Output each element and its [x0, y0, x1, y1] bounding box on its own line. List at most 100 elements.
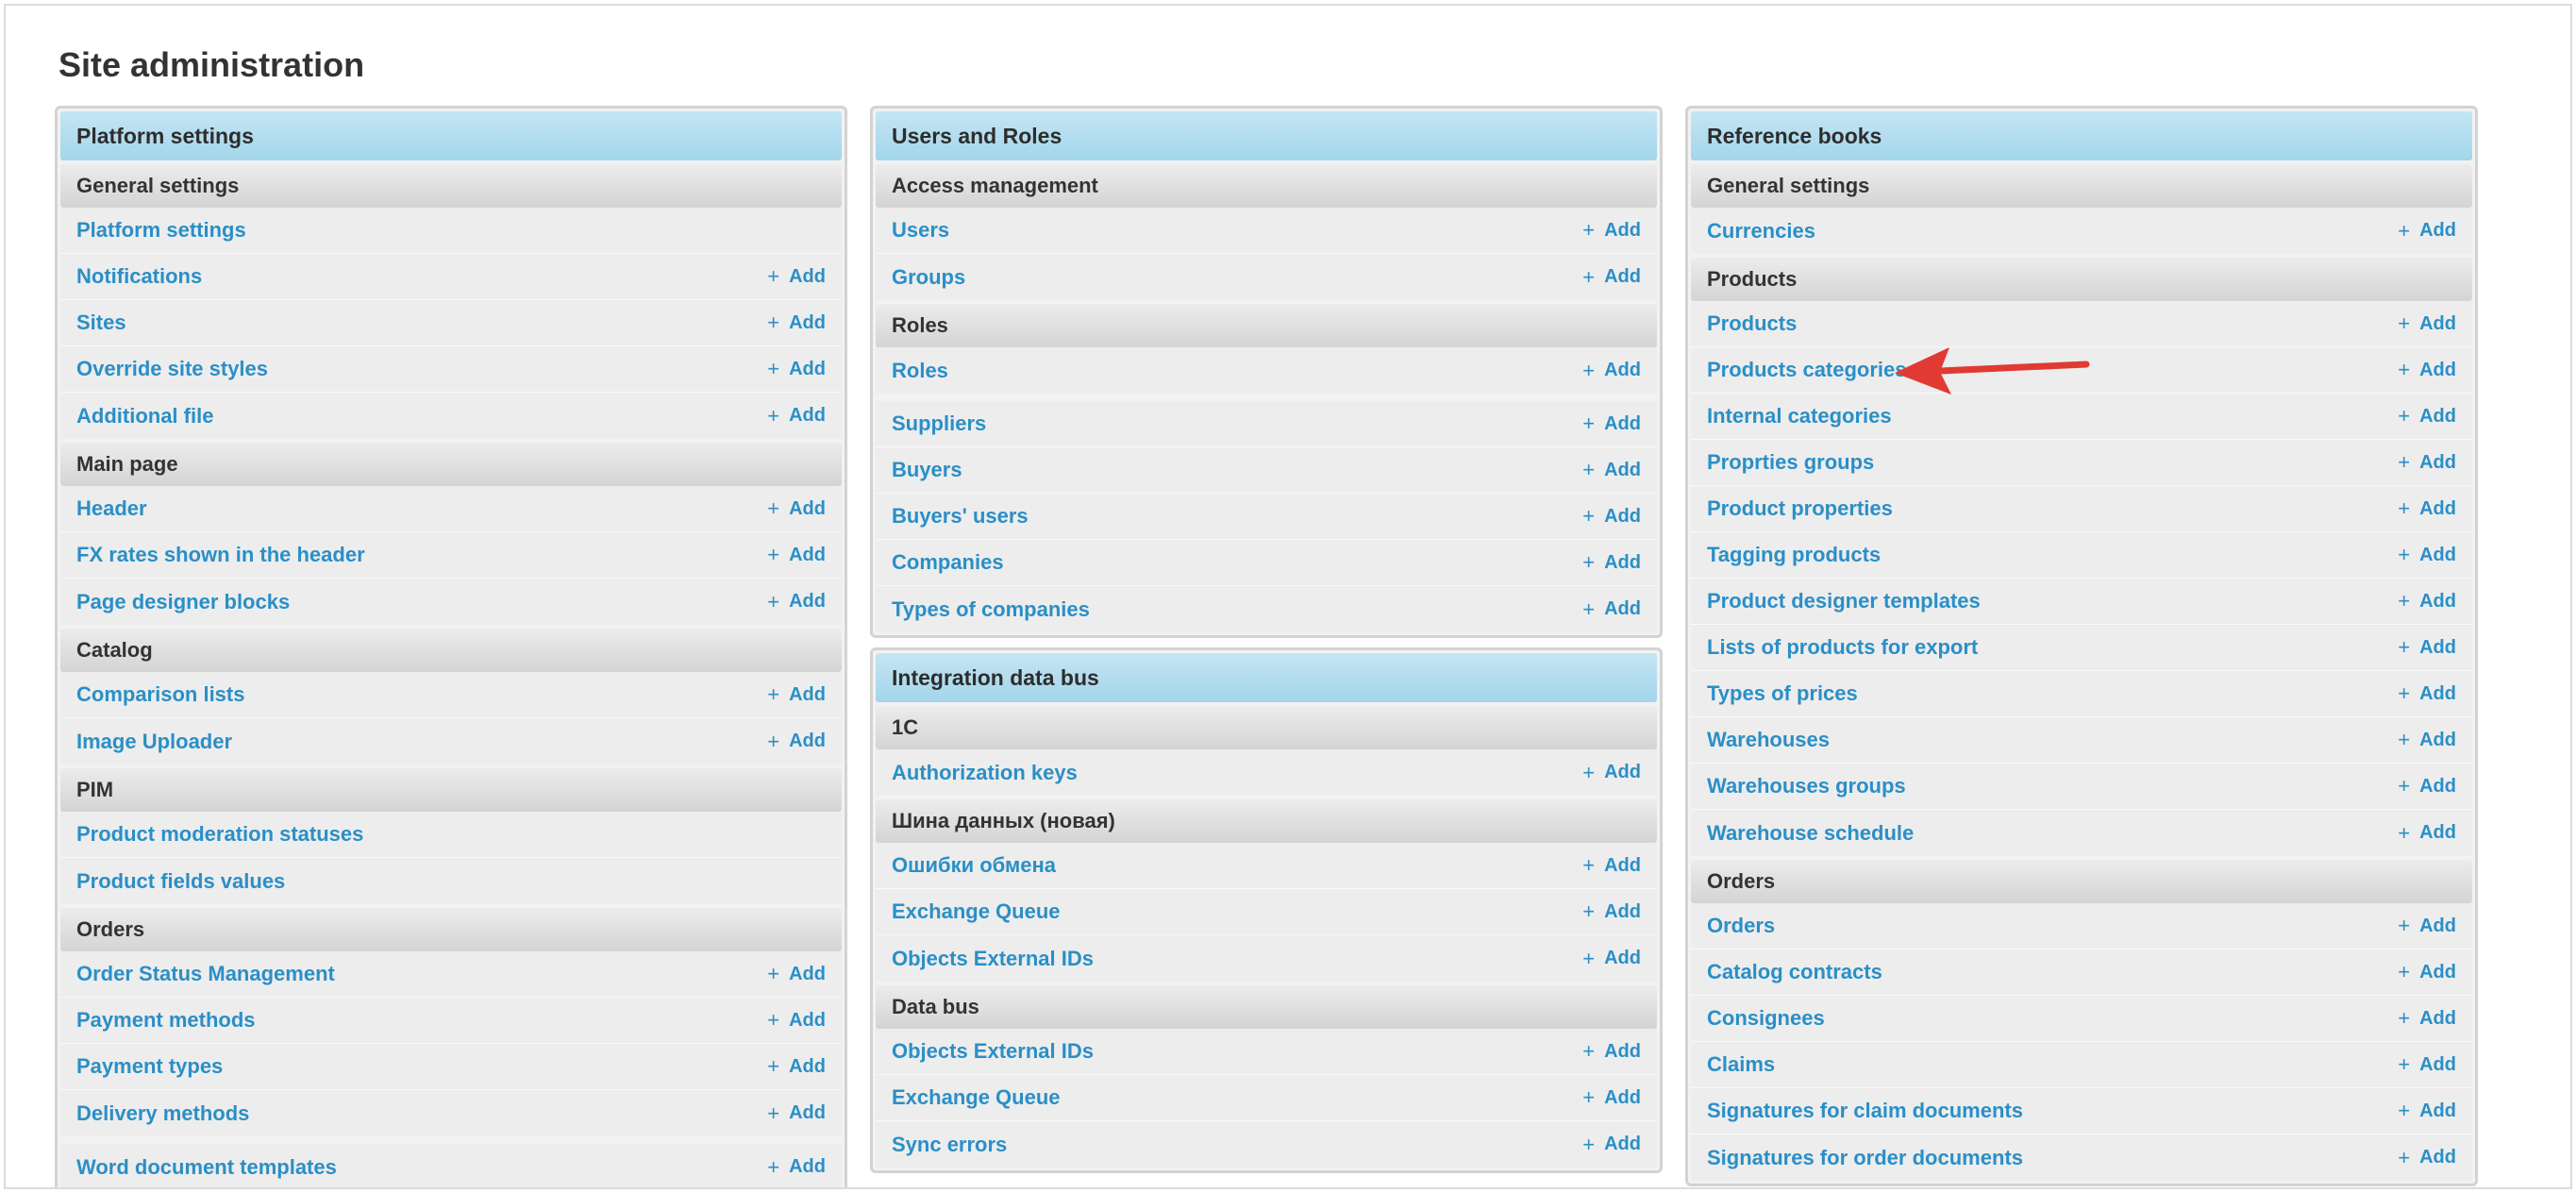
admin-link-payment-types[interactable]: Payment types	[76, 1054, 223, 1079]
add-button[interactable]: + Add	[1582, 360, 1641, 381]
admin-link-product-designer-templates[interactable]: Product designer templates	[1707, 589, 1981, 613]
add-button[interactable]: + Add	[767, 1056, 826, 1078]
add-button[interactable]: + Add	[2398, 313, 2456, 335]
add-button[interactable]: + Add	[1582, 506, 1641, 528]
add-button[interactable]: + Add	[767, 545, 826, 566]
add-button[interactable]: + Add	[1582, 1041, 1641, 1063]
add-button[interactable]: + Add	[2398, 1008, 2456, 1030]
admin-link-buyers-users[interactable]: Buyers' users	[892, 504, 1029, 529]
add-button[interactable]: + Add	[1582, 1087, 1641, 1109]
add-button[interactable]: + Add	[767, 1010, 826, 1032]
admin-link-tagging-products[interactable]: Tagging products	[1707, 543, 1881, 567]
add-button[interactable]: + Add	[1582, 1134, 1641, 1155]
add-button[interactable]: + Add	[767, 312, 826, 334]
add-button[interactable]: + Add	[1582, 552, 1641, 574]
admin-link-image-uploader[interactable]: Image Uploader	[76, 730, 232, 754]
add-button[interactable]: + Add	[1582, 460, 1641, 481]
admin-link-warehouses-groups[interactable]: Warehouses groups	[1707, 774, 1906, 798]
admin-link-claims[interactable]: Claims	[1707, 1052, 1775, 1077]
add-button[interactable]: + Add	[767, 964, 826, 985]
admin-link-objects-external-ids[interactable]: Objects External IDs	[892, 947, 1094, 971]
admin-link-exchange-queue[interactable]: Exchange Queue	[892, 1085, 1061, 1110]
admin-link-consignees[interactable]: Consignees	[1707, 1006, 1825, 1031]
add-button[interactable]: + Add	[1582, 901, 1641, 923]
admin-link-roles[interactable]: Roles	[892, 359, 948, 383]
admin-link-delivery-methods[interactable]: Delivery methods	[76, 1101, 249, 1126]
add-label: Add	[1604, 459, 1641, 480]
admin-link-companies[interactable]: Companies	[892, 550, 1004, 575]
admin-link-types-of-prices[interactable]: Types of prices	[1707, 681, 1858, 706]
add-button[interactable]: + Add	[1582, 762, 1641, 783]
admin-link-sites[interactable]: Sites	[76, 311, 126, 335]
admin-link-product-properties[interactable]: Product properties	[1707, 496, 1893, 521]
add-button[interactable]: + Add	[2398, 406, 2456, 428]
add-button[interactable]: + Add	[2398, 452, 2456, 474]
add-button[interactable]: + Add	[767, 684, 826, 706]
add-button[interactable]: + Add	[2398, 360, 2456, 381]
add-button[interactable]: + Add	[2398, 1147, 2456, 1168]
add-button[interactable]: + Add	[767, 731, 826, 752]
admin-link-objects-external-ids[interactable]: Objects External IDs	[892, 1039, 1094, 1064]
admin-link-buyers[interactable]: Buyers	[892, 458, 962, 482]
admin-link-proprties-groups[interactable]: Proprties groups	[1707, 450, 1874, 475]
add-button[interactable]: + Add	[1582, 220, 1641, 242]
add-button[interactable]: + Add	[1582, 855, 1641, 877]
admin-link-override-site-styles[interactable]: Override site styles	[76, 357, 268, 381]
add-button[interactable]: + Add	[1582, 413, 1641, 435]
add-button[interactable]: + Add	[2398, 730, 2456, 751]
admin-link-product-moderation-statuses[interactable]: Product moderation statuses	[76, 822, 363, 847]
add-button[interactable]: + Add	[767, 498, 826, 520]
add-button[interactable]: + Add	[1582, 948, 1641, 969]
admin-link-page-designer-blocks[interactable]: Page designer blocks	[76, 590, 290, 614]
add-button[interactable]: + Add	[2398, 683, 2456, 705]
admin-link-ошибки-обмена[interactable]: Ошибки обмена	[892, 853, 1056, 878]
add-button[interactable]: + Add	[767, 1156, 826, 1178]
admin-link-orders[interactable]: Orders	[1707, 914, 1775, 938]
admin-link-order-status-management[interactable]: Order Status Management	[76, 962, 335, 986]
add-button[interactable]: + Add	[2398, 220, 2456, 242]
admin-link-comparison-lists[interactable]: Comparison lists	[76, 682, 244, 707]
add-button[interactable]: + Add	[767, 266, 826, 288]
admin-link-internal-categories[interactable]: Internal categories	[1707, 404, 1892, 428]
admin-link-products[interactable]: Products	[1707, 311, 1797, 336]
admin-link-exchange-queue[interactable]: Exchange Queue	[892, 899, 1061, 924]
add-button[interactable]: + Add	[2398, 637, 2456, 659]
add-button[interactable]: + Add	[767, 405, 826, 427]
admin-link-groups[interactable]: Groups	[892, 265, 965, 290]
add-button[interactable]: + Add	[2398, 776, 2456, 798]
add-button[interactable]: + Add	[2398, 591, 2456, 613]
admin-link-types-of-companies[interactable]: Types of companies	[892, 597, 1090, 622]
admin-link-fx-rates-shown-in-the-header[interactable]: FX rates shown in the header	[76, 543, 365, 567]
admin-link-platform-settings[interactable]: Platform settings	[76, 218, 246, 243]
admin-link-header[interactable]: Header	[76, 496, 147, 521]
admin-link-signatures-for-claim-documents[interactable]: Signatures for claim documents	[1707, 1099, 2023, 1123]
add-button[interactable]: + Add	[767, 1102, 826, 1124]
admin-link-suppliers[interactable]: Suppliers	[892, 412, 986, 436]
admin-link-additional-file[interactable]: Additional file	[76, 404, 213, 428]
admin-link-sync-errors[interactable]: Sync errors	[892, 1133, 1007, 1157]
admin-link-catalog-contracts[interactable]: Catalog contracts	[1707, 960, 1882, 984]
add-button[interactable]: + Add	[1582, 266, 1641, 288]
admin-link-authorization-keys[interactable]: Authorization keys	[892, 761, 1078, 785]
admin-link-payment-methods[interactable]: Payment methods	[76, 1008, 256, 1033]
admin-link-users[interactable]: Users	[892, 218, 949, 243]
admin-link-product-fields-values[interactable]: Product fields values	[76, 869, 285, 894]
add-button[interactable]: + Add	[767, 591, 826, 613]
admin-link-notifications[interactable]: Notifications	[76, 264, 202, 289]
admin-link-warehouse-schedule[interactable]: Warehouse schedule	[1707, 821, 1914, 846]
add-button[interactable]: + Add	[767, 359, 826, 380]
add-button[interactable]: + Add	[2398, 545, 2456, 566]
add-button[interactable]: + Add	[2398, 822, 2456, 844]
admin-link-lists-of-products-for-export[interactable]: Lists of products for export	[1707, 635, 1978, 660]
admin-link-word-document-templates[interactable]: Word document templates	[76, 1155, 337, 1180]
add-button[interactable]: + Add	[2398, 1101, 2456, 1122]
add-button[interactable]: + Add	[2398, 916, 2456, 937]
admin-link-signatures-for-order-documents[interactable]: Signatures for order documents	[1707, 1146, 2023, 1170]
admin-link-products-categories[interactable]: Products categories	[1707, 358, 1907, 382]
add-button[interactable]: + Add	[2398, 962, 2456, 983]
add-button[interactable]: + Add	[1582, 598, 1641, 620]
admin-link-currencies[interactable]: Currencies	[1707, 219, 1815, 244]
add-button[interactable]: + Add	[2398, 1054, 2456, 1076]
admin-link-warehouses[interactable]: Warehouses	[1707, 728, 1830, 752]
add-button[interactable]: + Add	[2398, 498, 2456, 520]
